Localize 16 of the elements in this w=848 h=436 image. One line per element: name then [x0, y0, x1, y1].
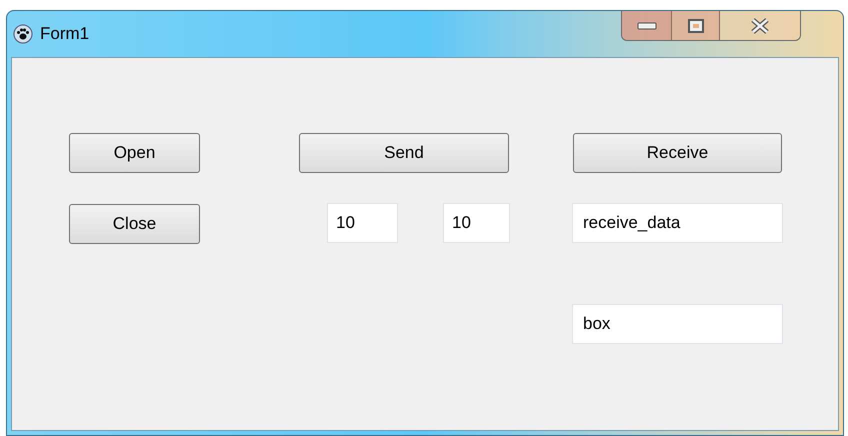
- receive-button[interactable]: Receive: [573, 133, 782, 173]
- paw-icon: [13, 24, 33, 44]
- input-field[interactable]: 10: [327, 203, 398, 243]
- input-field[interactable]: 10: [443, 203, 510, 243]
- input-field[interactable]: box: [572, 304, 783, 344]
- input-field[interactable]: receive_data: [572, 203, 783, 243]
- close-button[interactable]: [720, 11, 800, 40]
- close-button[interactable]: Close: [69, 204, 200, 244]
- open-button[interactable]: Open: [69, 133, 200, 173]
- minimize-button[interactable]: [622, 11, 672, 40]
- maximize-icon: [688, 18, 704, 32]
- window-title: Form1: [40, 23, 90, 46]
- minimize-icon: [636, 22, 656, 30]
- close-icon: [751, 18, 769, 34]
- maximize-button[interactable]: [672, 11, 720, 40]
- send-button[interactable]: Send: [299, 133, 509, 173]
